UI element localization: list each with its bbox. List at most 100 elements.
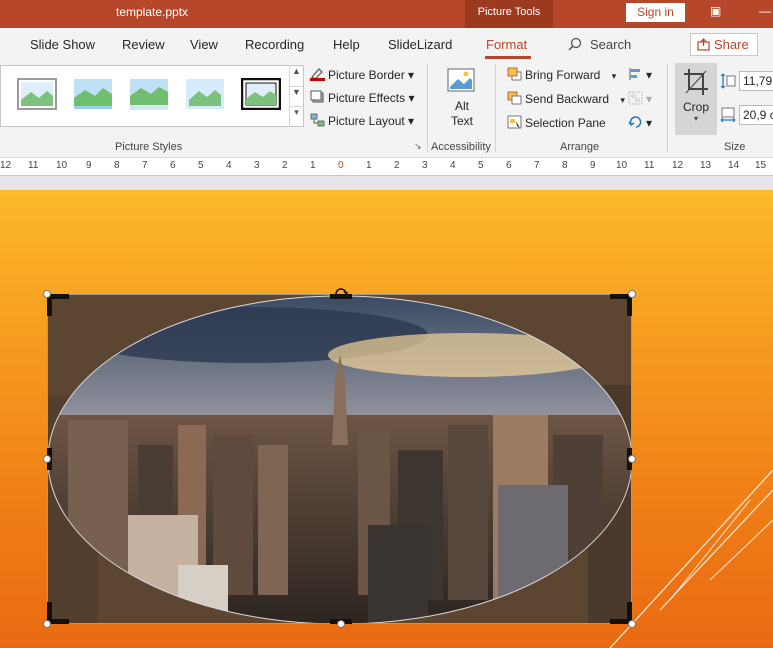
picture-border-icon — [310, 68, 325, 81]
shape-height-icon — [720, 73, 736, 89]
picture-styles-gallery: ▲ ▼ ▾ — [0, 65, 304, 127]
tab-slidelizard[interactable]: SlideLizard — [388, 37, 452, 52]
selection-pane-button[interactable]: Selection Pane — [507, 115, 606, 130]
picture-effects-icon — [310, 90, 324, 103]
group-objects-icon — [628, 91, 643, 105]
shape-width-icon — [720, 107, 736, 123]
tab-slide-show[interactable]: Slide Show — [30, 37, 95, 52]
ruler-tick: 7 — [142, 160, 148, 171]
picture-border-label: Picture Border — [328, 68, 405, 82]
alt-text-button[interactable]: Alt Text — [444, 67, 480, 128]
crop-label: Crop — [682, 100, 709, 114]
gallery-more[interactable]: ▾ — [289, 106, 303, 126]
align-icon — [629, 68, 640, 80]
shape-height-input[interactable]: 11,79 — [739, 71, 773, 91]
title-bar: template.pptx Picture Tools Sign in ▣ — — [0, 0, 773, 28]
tab-recording[interactable]: Recording — [245, 37, 304, 52]
ruler-tick: 12 — [672, 160, 684, 171]
gallery-scroll-up[interactable]: ▲ — [289, 66, 303, 86]
ribbon: ▲ ▼ ▾ Picture Border ▾ Picture Effects ▾… — [0, 61, 773, 158]
ruler-tick: 0 — [338, 160, 344, 171]
canvas-margin — [0, 176, 773, 190]
ruler-tick: 6 — [506, 160, 512, 171]
bring-forward-button[interactable]: Bring Forward ▾ — [507, 67, 616, 82]
share-button[interactable]: Share — [690, 33, 758, 56]
minimize-icon[interactable]: — — [759, 4, 771, 18]
ribbon-tabs: Slide Show Review View Recording Help Sl… — [0, 28, 773, 61]
ruler-tick: 4 — [450, 160, 456, 171]
selection-pane-label: Selection Pane — [525, 116, 606, 130]
accessibility-group-label: Accessibility — [431, 141, 491, 153]
rotate-icon — [628, 116, 642, 128]
resize-handle-left[interactable] — [43, 455, 51, 463]
resize-handle-bottom-right[interactable] — [628, 620, 636, 628]
shape-width-input[interactable]: 20,9 c — [739, 105, 773, 125]
tab-review[interactable]: Review — [122, 37, 165, 52]
alt-text-label-line2: Text — [450, 114, 473, 128]
cropped-city-picture[interactable] — [47, 294, 632, 624]
group-objects-button[interactable]: ▾ — [628, 91, 652, 106]
resize-handle-bottom[interactable] — [337, 620, 345, 628]
rotation-handle-icon[interactable] — [333, 286, 349, 298]
ruler-tick: 1 — [366, 160, 372, 171]
horizontal-ruler: 12 11 10 9 8 7 6 5 4 3 2 1 0 1 2 3 4 5 6… — [0, 158, 773, 176]
ruler-tick: 10 — [616, 160, 628, 171]
ruler-tick: 7 — [534, 160, 540, 171]
ruler-tick: 8 — [562, 160, 568, 171]
tab-format[interactable]: Format — [486, 37, 527, 52]
bring-forward-icon — [507, 67, 522, 81]
resize-handle-bottom-left[interactable] — [43, 620, 51, 628]
tab-help[interactable]: Help — [333, 37, 360, 52]
tab-view[interactable]: View — [190, 37, 218, 52]
search-icon — [568, 37, 582, 51]
picture-style-soft-edge[interactable] — [73, 78, 113, 110]
picture-effects-button[interactable]: Picture Effects ▾ — [310, 90, 415, 105]
rotate-button[interactable]: ▾ — [628, 115, 652, 130]
dialog-launcher-icon[interactable]: ↘ — [414, 141, 422, 152]
ruler-tick: 13 — [700, 160, 712, 171]
active-tab-indicator — [485, 56, 531, 59]
sign-in-button[interactable]: Sign in — [626, 3, 685, 22]
crop-button[interactable]: Crop ▾ — [675, 63, 717, 135]
picture-border-button[interactable]: Picture Border ▾ — [310, 67, 414, 82]
ruler-tick: 11 — [28, 160, 39, 171]
ruler-tick: 3 — [254, 160, 260, 171]
group-separator — [667, 64, 668, 152]
picture-layout-label: Picture Layout — [328, 114, 405, 128]
slide-canvas[interactable] — [0, 190, 773, 648]
resize-handle-top-left[interactable] — [43, 290, 51, 298]
ruler-tick: 5 — [198, 160, 204, 171]
document-title: template.pptx — [116, 5, 189, 19]
resize-handle-top-right[interactable] — [628, 290, 636, 298]
ruler-tick: 9 — [86, 160, 92, 171]
city-skyline-image — [48, 295, 631, 623]
ruler-tick: 14 — [728, 160, 740, 171]
ruler-tick: 1 — [310, 160, 316, 171]
crop-icon — [684, 69, 708, 95]
ribbon-display-options-icon[interactable]: ▣ — [710, 4, 721, 18]
search-label: Search — [590, 37, 632, 52]
search-box[interactable]: Search — [568, 37, 631, 52]
share-icon — [697, 38, 710, 51]
selection-pane-icon — [507, 115, 522, 129]
picture-style-reflected[interactable] — [129, 78, 169, 110]
resize-handle-right[interactable] — [628, 455, 636, 463]
ruler-tick: 11 — [644, 160, 655, 171]
align-button[interactable]: ▾ — [628, 67, 652, 82]
ruler-tick: 2 — [394, 160, 400, 171]
gallery-scroll-down[interactable]: ▼ — [289, 86, 303, 106]
alt-text-label-line1: Alt — [454, 99, 469, 113]
picture-style-glow[interactable] — [185, 78, 225, 110]
send-backward-button[interactable]: Send Backward ▾ — [507, 91, 625, 106]
send-backward-icon — [507, 91, 522, 105]
picture-effects-label: Picture Effects — [328, 91, 406, 105]
picture-tools-context-tab: Picture Tools — [465, 0, 553, 28]
alt-text-icon — [447, 68, 475, 92]
bring-forward-label: Bring Forward — [525, 68, 601, 82]
picture-style-thick-black-frame[interactable] — [241, 78, 281, 110]
group-separator — [495, 64, 496, 152]
picture-styles-group-label: Picture Styles — [115, 141, 183, 153]
ruler-tick: 9 — [590, 160, 596, 171]
picture-layout-button[interactable]: Picture Layout ▾ — [310, 113, 414, 128]
picture-style-simple-frame[interactable] — [17, 78, 57, 110]
